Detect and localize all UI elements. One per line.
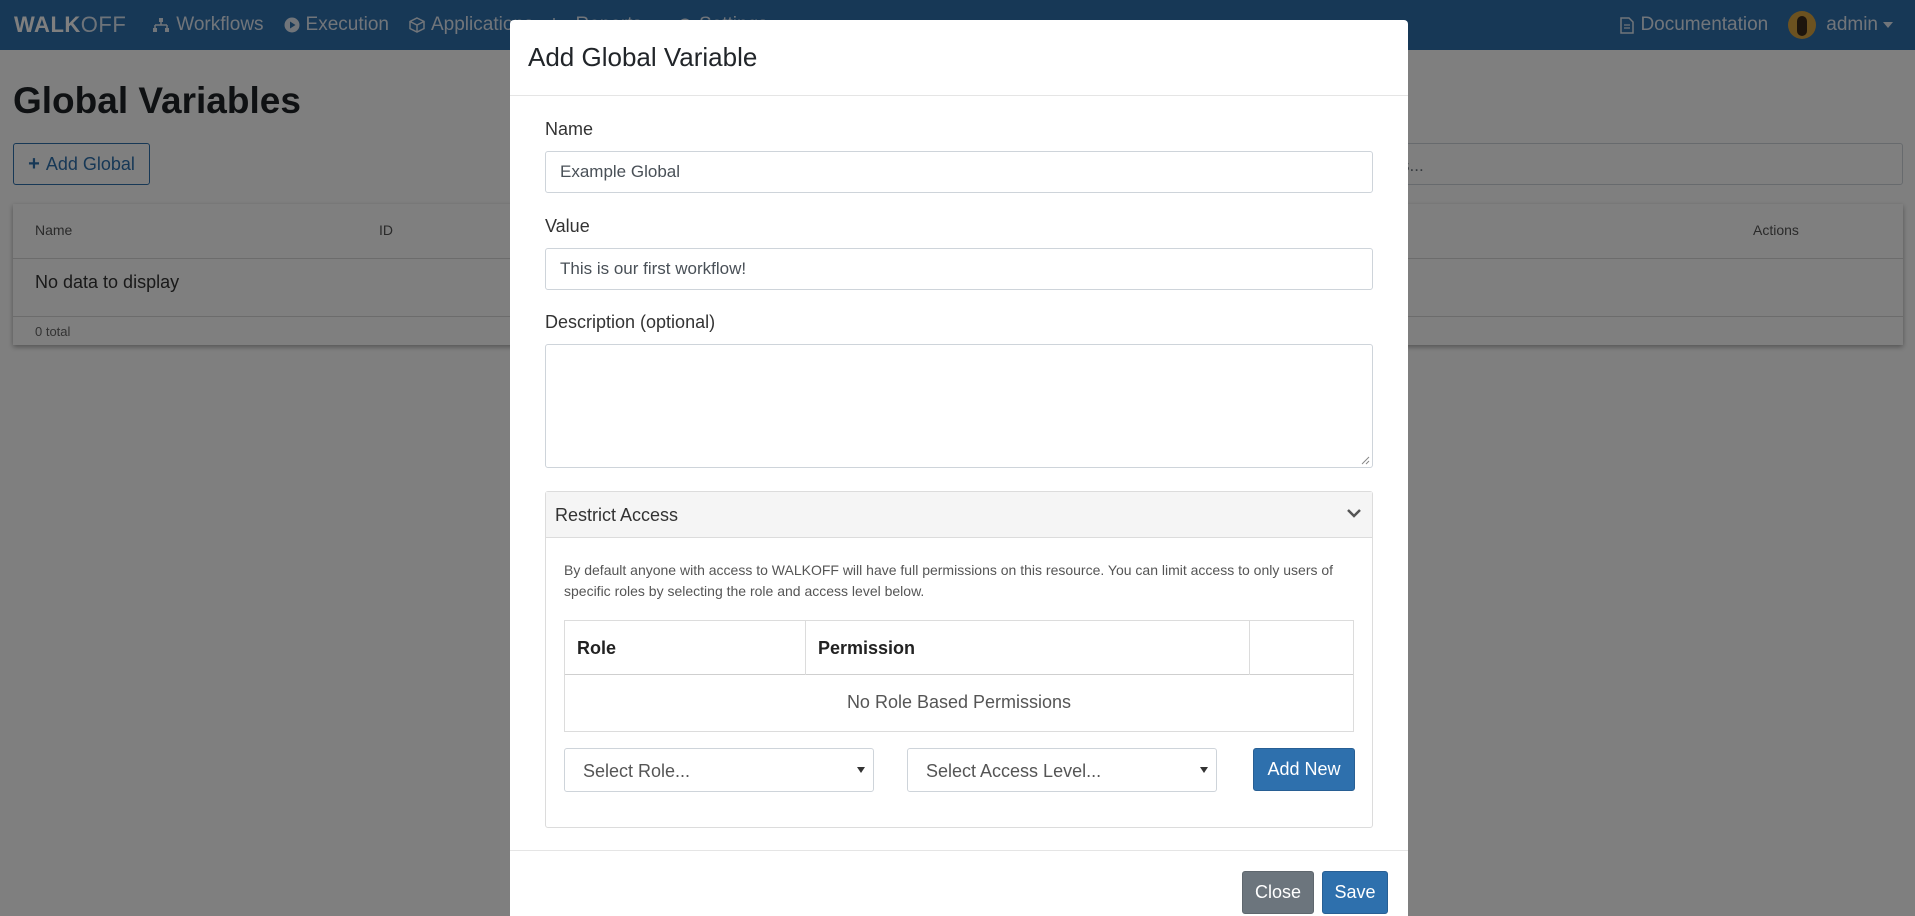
add-global-modal: Add Global Variable Name Example Global … xyxy=(510,20,1408,916)
column-header-permission: Permission xyxy=(806,621,1250,675)
resize-grip-icon[interactable] xyxy=(1360,455,1370,465)
description-label: Description (optional) xyxy=(545,312,716,332)
permissions-empty-message: No Role Based Permissions xyxy=(846,692,1072,712)
name-value: Example Global xyxy=(560,162,681,181)
access-level-select-value: Select Access Level... xyxy=(926,761,1102,781)
caret-down-icon xyxy=(857,767,865,773)
permissions-table: Role Permission No Role Based Permission… xyxy=(564,620,1354,732)
name-label: Name xyxy=(545,119,594,139)
restrict-access-description: By default anyone with access to WALKOFF… xyxy=(564,562,1334,599)
add-new-label: Add New xyxy=(1267,759,1341,779)
save-label: Save xyxy=(1334,882,1376,902)
value-label: Value xyxy=(545,216,590,236)
role-select-value: Select Role... xyxy=(583,761,691,781)
column-header-role: Role xyxy=(565,621,806,675)
value-field[interactable]: This is our first workflow! xyxy=(545,248,1373,290)
chevron-down-icon xyxy=(1347,509,1361,518)
close-button[interactable]: Close xyxy=(1242,871,1314,914)
value-value: This is our first workflow! xyxy=(560,259,747,278)
name-field[interactable]: Example Global xyxy=(545,151,1373,193)
save-button[interactable]: Save xyxy=(1322,871,1388,914)
role-select[interactable]: Select Role... xyxy=(564,748,874,792)
modal-footer-divider xyxy=(510,850,1408,851)
restrict-access-panel: Restrict Access By default anyone with a… xyxy=(545,491,1373,828)
caret-down-icon xyxy=(1200,767,1208,773)
add-new-button[interactable]: Add New xyxy=(1253,748,1355,791)
close-label: Close xyxy=(1254,882,1302,902)
modal-header: Add Global Variable xyxy=(510,20,1408,96)
restrict-access-header[interactable]: Restrict Access xyxy=(546,492,1372,538)
restrict-access-title: Restrict Access xyxy=(555,505,679,525)
column-header-actions xyxy=(1250,621,1353,675)
access-level-select[interactable]: Select Access Level... xyxy=(907,748,1217,792)
description-textarea[interactable] xyxy=(545,344,1373,468)
modal-title: Add Global Variable xyxy=(528,42,758,72)
permissions-table-header: Role Permission xyxy=(565,621,1353,675)
